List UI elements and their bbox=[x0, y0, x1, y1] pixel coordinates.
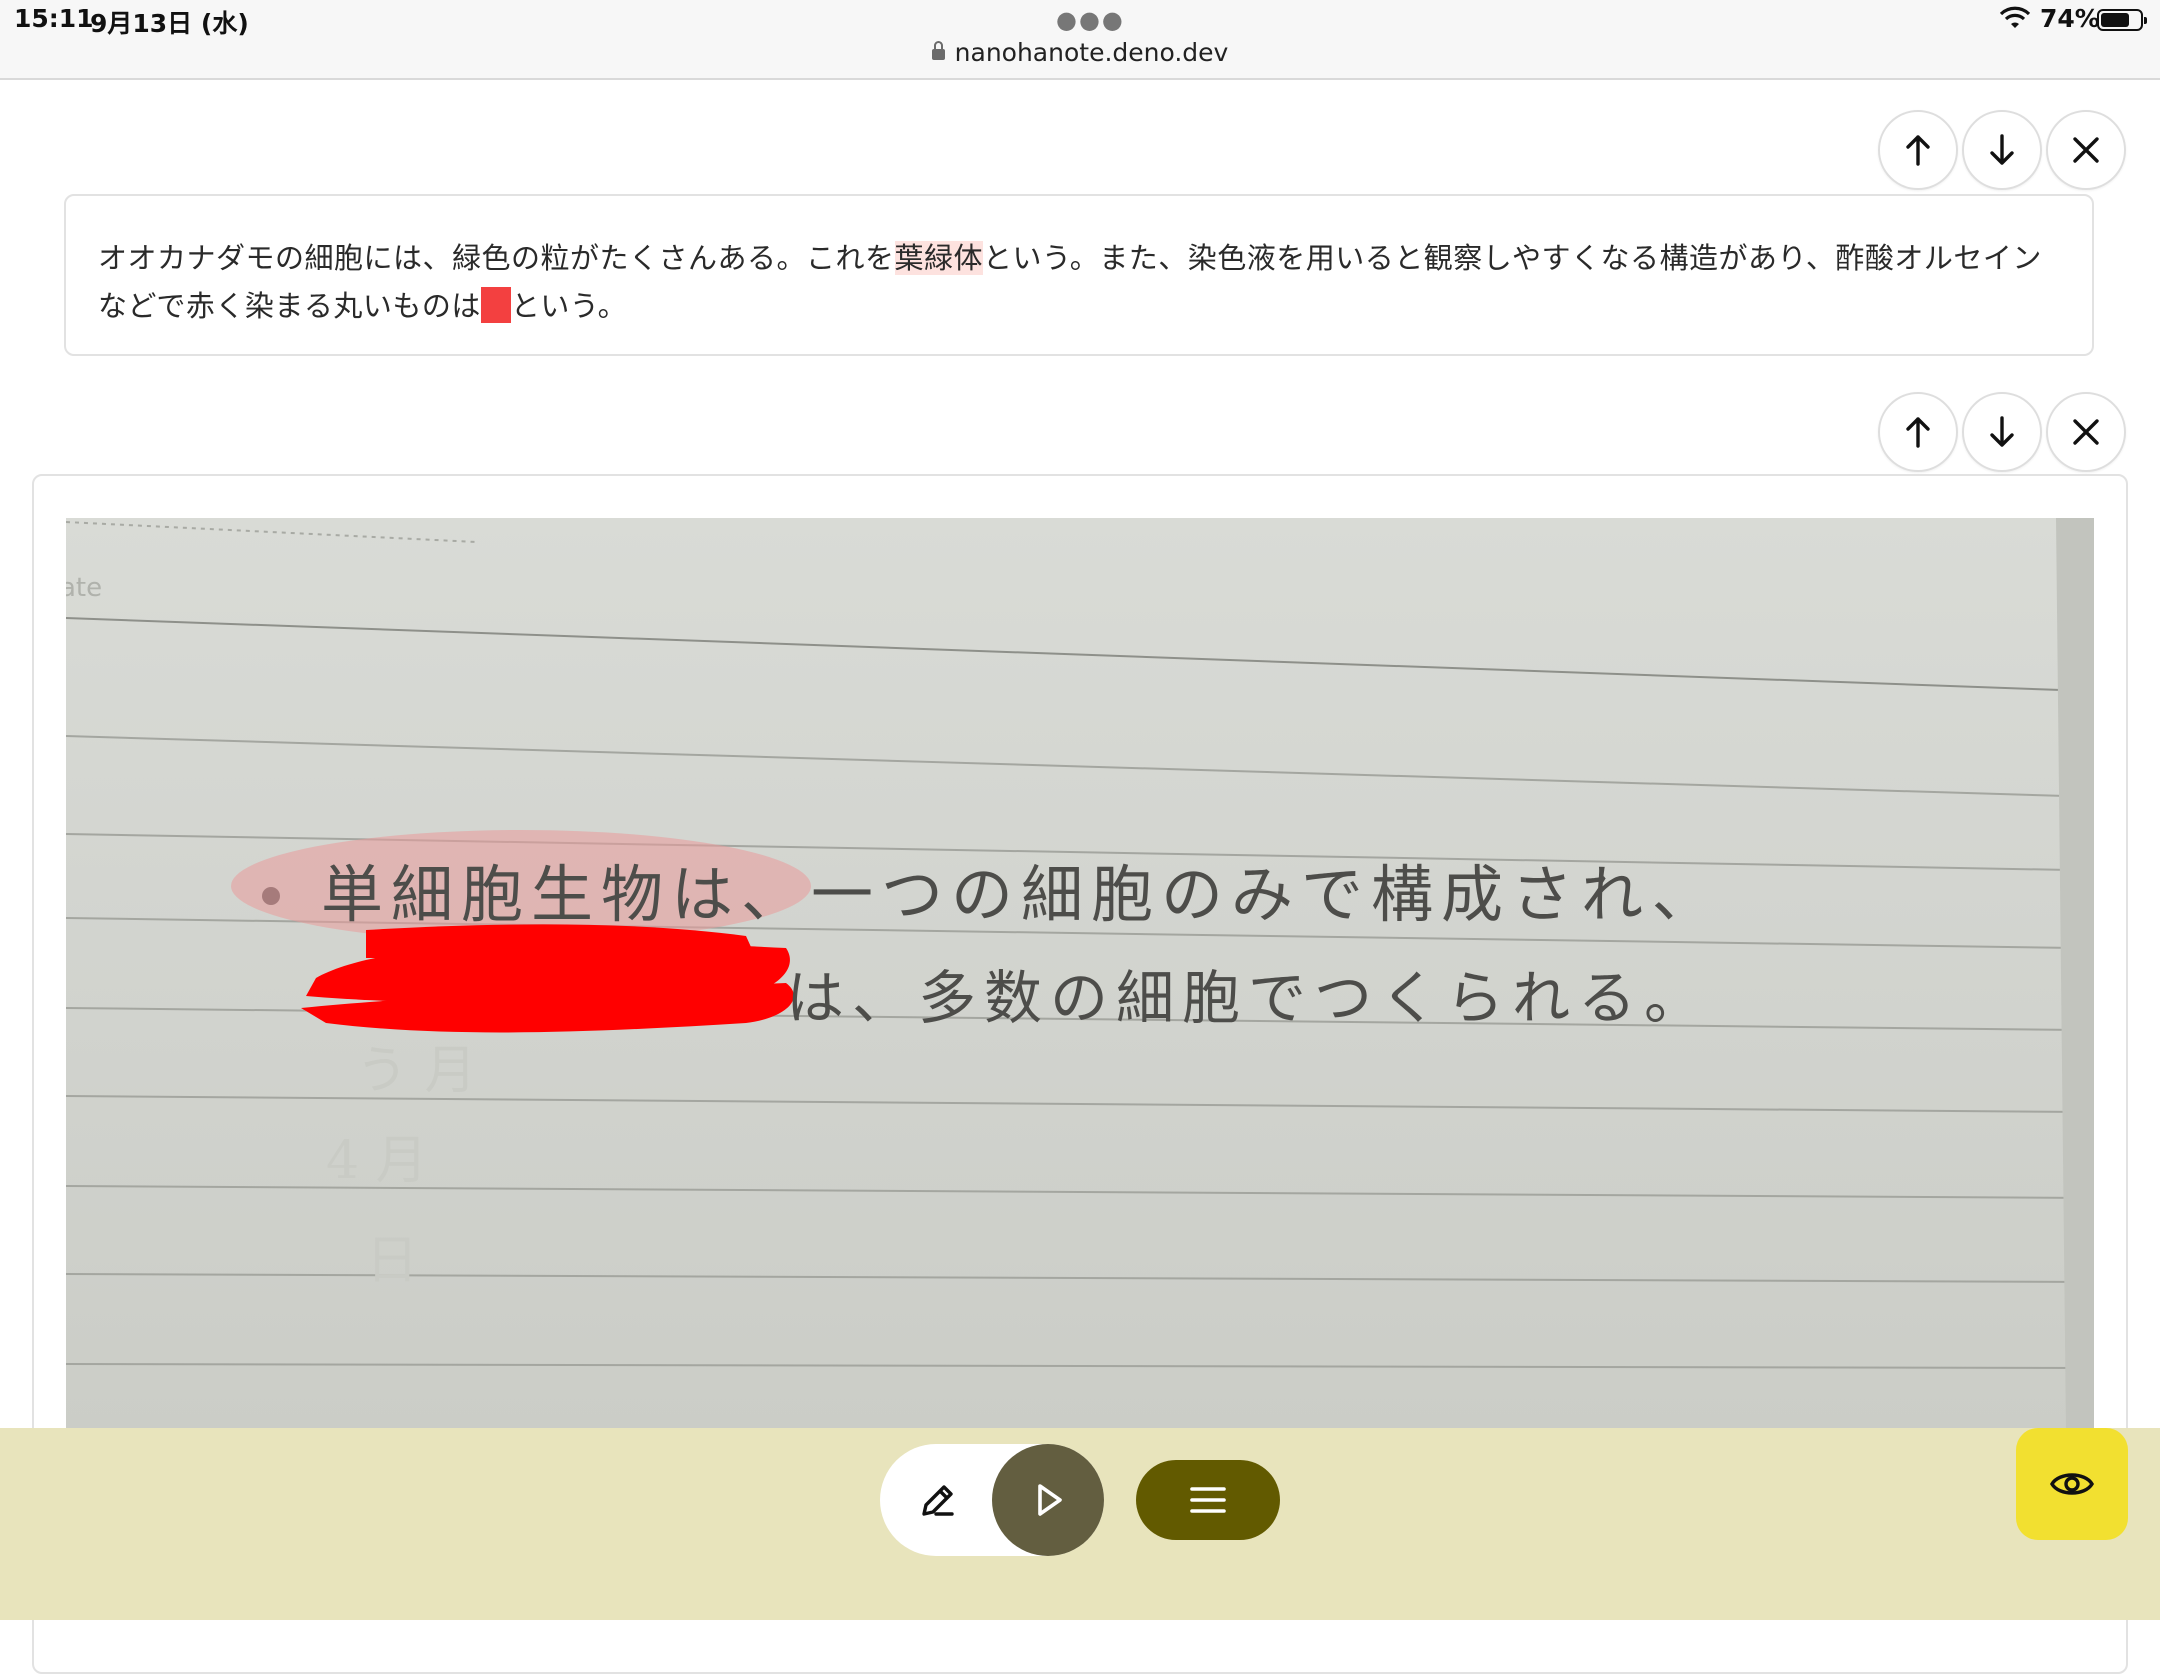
more-dots-icon[interactable]: ●●● bbox=[1056, 6, 1125, 34]
highlighted-term[interactable]: 葉緑体 bbox=[894, 241, 984, 275]
status-date: 9月13日 (水) bbox=[90, 9, 249, 38]
play-icon bbox=[1038, 1484, 1062, 1516]
arrow-up-icon bbox=[1906, 135, 1930, 166]
image-card-controls bbox=[1878, 392, 2126, 472]
battery-icon bbox=[2097, 9, 2147, 31]
move-down-button[interactable] bbox=[1962, 110, 2042, 190]
text-card[interactable]: オオカナダモの細胞には、緑色の粒がたくさんある。これを葉緑体という。また、染色液… bbox=[64, 194, 2094, 356]
lock-icon bbox=[931, 40, 945, 60]
text-card-controls bbox=[1878, 110, 2126, 190]
hidden-answer-blank[interactable] bbox=[480, 287, 511, 323]
delete-button[interactable] bbox=[2046, 392, 2126, 472]
delete-button[interactable] bbox=[2046, 110, 2126, 190]
pencil-icon bbox=[922, 1485, 954, 1516]
status-bar: 15:11 9月13日 (水) ●●● nanohanote.deno.dev … bbox=[0, 0, 2160, 80]
menu-button[interactable] bbox=[1136, 1460, 1280, 1540]
move-up-button[interactable] bbox=[1878, 392, 1958, 472]
url-text: nanohanote.deno.dev bbox=[954, 38, 1229, 67]
margin-text: ate bbox=[66, 573, 102, 603]
arrow-down-icon bbox=[1990, 134, 2014, 165]
edit-button[interactable] bbox=[900, 1462, 976, 1538]
card-text: オオカナダモの細胞には、緑色の粒がたくさんある。これを葉緑体という。また、染色液… bbox=[98, 234, 2058, 330]
handwriting-line-2: は、多数の細胞でつくられる。 bbox=[786, 964, 1710, 1032]
wifi-icon bbox=[2000, 6, 2030, 28]
notebook-drawing: ate 単細胞生物は、一つの細胞のみで構成され、 は、多数の細胞でつくられる。 … bbox=[66, 518, 2094, 1432]
svg-text:う 月: う 月 bbox=[356, 1041, 477, 1101]
hamburger-icon bbox=[1190, 1487, 1226, 1513]
eye-icon bbox=[2050, 1473, 2094, 1495]
arrow-down-icon bbox=[1990, 416, 2014, 447]
svg-text:日: 日 bbox=[366, 1231, 418, 1291]
notebook-photo[interactable]: ate 単細胞生物は、一つの細胞のみで構成され、 は、多数の細胞でつくられる。 … bbox=[66, 518, 2094, 1432]
svg-text:4 月: 4 月 bbox=[326, 1131, 428, 1191]
battery-percent: 74% bbox=[2040, 4, 2100, 33]
text-part-3: という。 bbox=[510, 289, 628, 323]
close-icon bbox=[2073, 419, 2099, 445]
address-bar[interactable]: nanohanote.deno.dev bbox=[0, 38, 2160, 67]
arrow-up-icon bbox=[1906, 417, 1930, 448]
play-button[interactable] bbox=[992, 1444, 1104, 1556]
move-down-button[interactable] bbox=[1962, 392, 2042, 472]
move-up-button[interactable] bbox=[1878, 110, 1958, 190]
view-toggle-button[interactable] bbox=[2016, 1428, 2128, 1540]
status-time: 15:11 bbox=[14, 4, 94, 33]
handwriting-line-1: 単細胞生物は、一つの細胞のみで構成され、 bbox=[321, 858, 1722, 931]
close-icon bbox=[2073, 137, 2099, 163]
text-part-1: オオカナダモの細胞には、緑色の粒がたくさんある。これを bbox=[98, 241, 895, 275]
